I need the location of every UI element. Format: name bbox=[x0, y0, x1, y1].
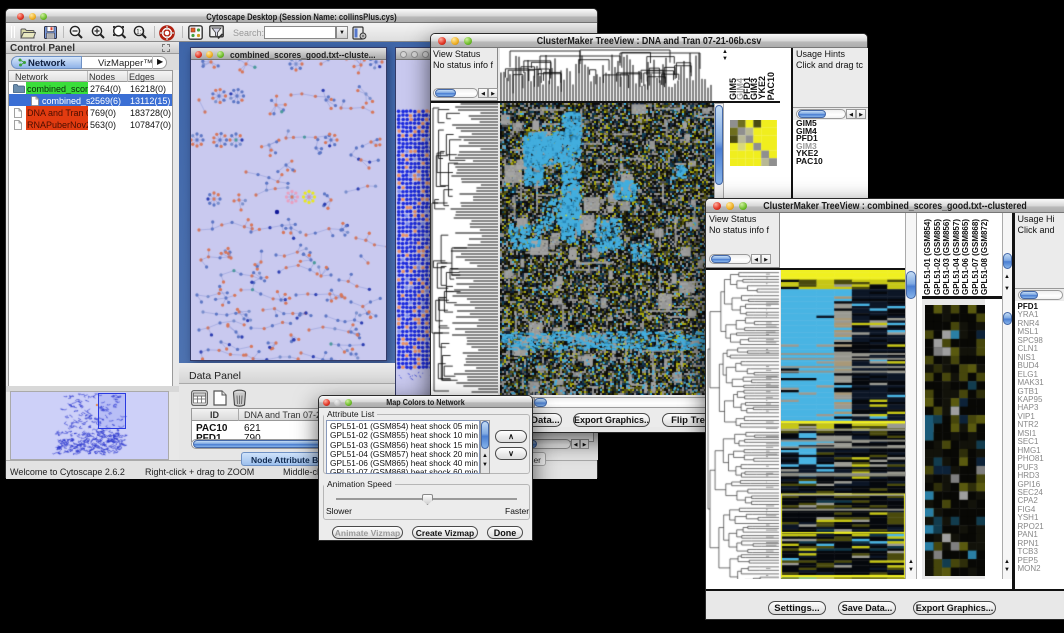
svg-text:1:1: 1:1 bbox=[136, 29, 145, 35]
